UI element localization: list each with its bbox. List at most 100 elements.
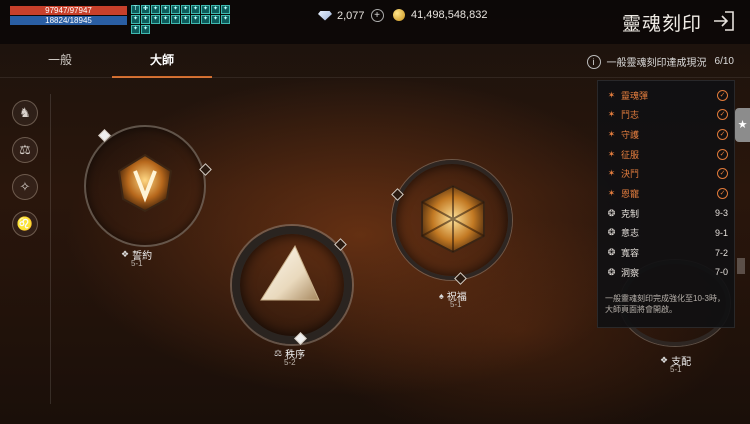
achievement-panel: 一般靈魂刻印完成強化至10-3時，大師頁面將會開啟。 ✶ 靈魂彈 ✓ ✶ 鬥志 ✓ ✶ 守護 ✓… [597, 80, 735, 328]
node-oath[interactable]: ❖ 誓約 5-1 [84, 125, 214, 275]
buff-icon[interactable]: ✦ [161, 15, 170, 24]
tab-general[interactable]: 一般 [10, 46, 110, 78]
buff-icon[interactable]: T [131, 5, 140, 14]
tab-divider [0, 77, 750, 78]
panel-row-grace: ✶ 恩寵 ✓ [606, 186, 728, 202]
buff-icon[interactable]: ✦ [221, 15, 230, 24]
buff-icon[interactable]: ✦ [151, 15, 160, 24]
buff-icon[interactable]: ✦ [181, 15, 190, 24]
exit-icon [714, 11, 734, 31]
panel-row-tolerance: ❂ 寬容 7-2 [606, 245, 728, 261]
panel-row-label: 征服 [621, 149, 640, 160]
panel-row-value: 7-0 [714, 267, 728, 278]
oath-gem-icon [117, 153, 173, 213]
gold-coin-icon [393, 9, 405, 21]
panel-row-value: 9-1 [714, 227, 728, 238]
blessing-gem-icon [421, 184, 485, 254]
buff-icon[interactable]: ✚ [141, 5, 150, 14]
panel-row-conquest: ✶ 征服 ✓ [606, 146, 728, 162]
panel-row-value: 7-2 [714, 247, 728, 258]
check-icon: ✓ [717, 168, 728, 180]
panel-row-value: 9-3 [714, 208, 728, 219]
buff-icon[interactable]: ✦ [151, 5, 160, 14]
buff-icon[interactable]: ✦ [161, 5, 170, 14]
fighting-spirit-icon: ✶ [607, 109, 616, 120]
mp-bar: 18824/18945 [10, 16, 127, 25]
favorite-tab[interactable]: ★ [735, 108, 750, 142]
buff-icon[interactable]: ✦ [171, 15, 180, 24]
buff-icon[interactable]: ✦ [171, 5, 180, 14]
buff-icon[interactable]: ✦ [201, 5, 210, 14]
add-diamond-button[interactable]: + [370, 9, 384, 22]
panel-row-guard: ✶ 守護 ✓ [606, 126, 728, 142]
hp-bar: 97947/97947 [10, 6, 127, 15]
domination-level: 5-1 [670, 365, 682, 374]
will-icon: ❂ [607, 227, 616, 238]
panel-row-label: 恩寵 [621, 189, 640, 199]
gold-currency: 41,498,548,832 [393, 9, 487, 21]
panel-row-label: 克制 [621, 208, 640, 219]
lion-class-icon[interactable]: ♌ [12, 211, 38, 237]
buff-icon[interactable]: ✦ [181, 5, 190, 14]
info-icon[interactable]: i [586, 54, 601, 69]
achievement-status[interactable]: i 一般靈魂刻印達成現況 6/10 [586, 54, 734, 69]
guard-icon: ✶ [607, 128, 616, 139]
panel-row-label: 寬容 [621, 248, 640, 259]
tab-bar: 一般 大師 [0, 46, 230, 78]
restraint-icon: ❂ [607, 207, 616, 218]
side-divider [50, 94, 51, 404]
buff-icon[interactable]: ✦ [191, 5, 200, 14]
buff-icon[interactable]: ✦ [131, 15, 140, 24]
crest-class-icon[interactable]: ✧ [12, 174, 38, 200]
buff-icon[interactable]: ✦ [221, 5, 230, 14]
duel-icon: ✶ [607, 168, 616, 179]
order-level: 5-2 [284, 358, 296, 367]
page-title: 靈魂刻印 [621, 14, 702, 35]
blessing-label-icon: ♠ [439, 290, 444, 301]
oath-level: 5-1 [131, 259, 143, 268]
scales-class-icon[interactable]: ⚖ [12, 137, 38, 163]
buff-icon[interactable]: ✦ [141, 25, 150, 34]
node-blessing[interactable]: ♠ 祝福 5-1 [391, 160, 522, 310]
check-icon: ✓ [717, 89, 728, 101]
diamond-currency: 2,077 + [318, 9, 384, 22]
insight-icon: ❂ [607, 266, 616, 277]
buff-icon[interactable]: ✦ [141, 15, 150, 24]
buff-icon[interactable]: ✦ [201, 15, 210, 24]
check-icon: ✓ [717, 188, 728, 199]
panel-row-fighting-spirit: ✶ 鬥志 ✓ [606, 107, 728, 123]
domination-label-icon: ❖ [660, 355, 669, 365]
blessing-level: 5-1 [450, 300, 462, 309]
warrior-class-icon[interactable]: ♞ [12, 100, 38, 126]
buff-icon[interactable]: ✦ [191, 15, 200, 24]
diamond-amount: 2,077 [337, 9, 365, 22]
buff-icon[interactable]: ✦ [211, 15, 220, 24]
tolerance-icon: ❂ [607, 247, 616, 258]
side-icon-list: ♞ ⚖ ✧ ♌ [12, 100, 42, 248]
panel-row-soul-bullet: ✶ 靈魂彈 ✓ [606, 87, 728, 103]
panel-row-will: ❂ 意志 9-1 [606, 225, 728, 241]
panel-row-label: 決鬥 [621, 169, 640, 180]
buff-icon[interactable]: ✦ [211, 5, 220, 14]
grace-icon: ✶ [607, 188, 616, 198]
gold-amount: 41,498,548,832 [411, 9, 488, 21]
achievement-count: 6/10 [714, 56, 734, 67]
panel-row-label: 守護 [621, 129, 640, 140]
node-order[interactable]: ⚖ 秩序 5-2 [232, 226, 362, 371]
soul-bullet-icon: ✶ [607, 89, 616, 100]
tab-master[interactable]: 大師 [112, 46, 212, 78]
exit-button[interactable] [712, 10, 736, 32]
oath-label-icon: ❖ [121, 249, 130, 259]
panel-row-label: 意志 [621, 228, 640, 239]
buff-icon[interactable]: ✦ [131, 25, 140, 34]
scroll-marker [737, 258, 745, 274]
panel-row-duel: ✶ 決鬥 ✓ [606, 166, 728, 182]
buff-list: T ✚ ✦ ✦ ✦ ✦ ✦ ✦ ✦ ✦ ✦ ✦ ✦ ✦ ✦ ✦ ✦ ✦ ✦ ✦ ✦ ✦ [131, 5, 239, 34]
panel-row-label: 洞察 [621, 267, 640, 278]
scales-label-icon: ⚖ [274, 348, 283, 358]
check-icon: ✓ [717, 109, 728, 121]
check-icon: ✓ [717, 128, 728, 140]
diamond-icon [318, 10, 332, 21]
conquest-icon: ✶ [607, 148, 616, 159]
top-bar: 97947/97947 18824/18945 T ✚ ✦ ✦ ✦ ✦ ✦ ✦ ✦ ✦ ✦ ✦ ✦ ✦ ✦ ✦… [0, 0, 750, 44]
